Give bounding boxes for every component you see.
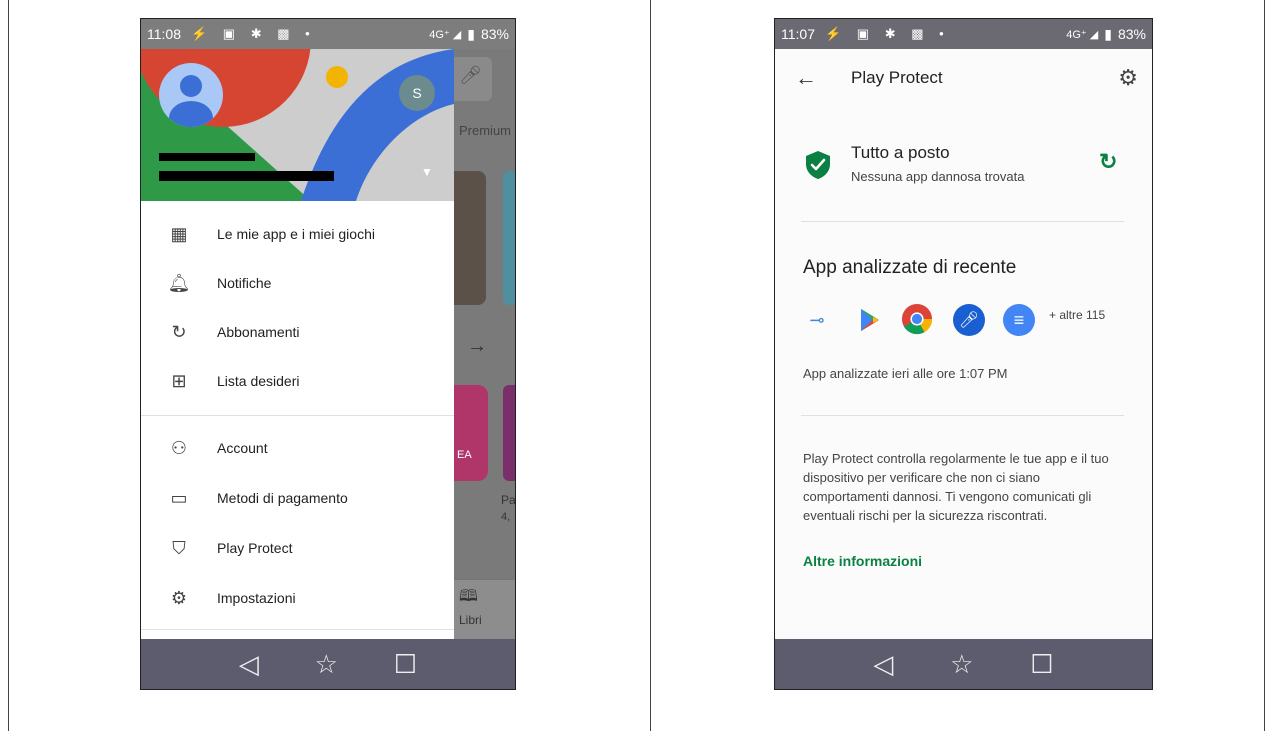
scan-time-text: App analizzate ieri alle ore 1:07 PM — [803, 366, 1008, 381]
banner-image-fragment-2 — [503, 171, 515, 305]
nav-back-button[interactable]: ◁ — [873, 649, 893, 680]
battery-level: 83% — [480, 26, 509, 42]
notification-icons: ⚡ ▣ ✱ ▩ • — [825, 26, 950, 41]
game-rating-fragment: 4, — [501, 511, 511, 523]
menu-item-payment-methods[interactable]: ▭ Metodi di pagamento — [141, 473, 454, 523]
wishlist-bookmark-icon: ⊞ — [171, 370, 187, 391]
apps-grid-icon: ▦ — [170, 223, 188, 244]
more-apps-count: + altre 115 — [1049, 308, 1106, 322]
arrow-right-icon: → — [467, 335, 487, 357]
more-info-link[interactable]: Altre informazioni — [803, 553, 922, 569]
docs-icon: ≡ — [1003, 304, 1035, 336]
status-bar: 11:08 ⚡ ▣ ✱ ▩ • 4G⁺ ◢ ▮ 83% — [141, 19, 515, 49]
nav-back-button[interactable]: ◁ — [239, 649, 259, 680]
system-navigation-bar: ◁ ☆ ☐ — [141, 639, 515, 689]
menu-divider — [141, 415, 454, 416]
menu-item-label: Abbonamenti — [217, 324, 300, 340]
menu-item-notifications[interactable]: 🔔︎ Notifiche — [141, 258, 454, 308]
menu-item-label: Le mie app e i miei giochi — [217, 226, 375, 242]
bell-icon: 🔔︎ — [167, 272, 191, 293]
play-protect-description: Play Protect controlla regolarmente le t… — [803, 451, 1109, 523]
section-divider-2 — [801, 415, 1124, 416]
battery-icon: ▮ — [1104, 25, 1112, 42]
battery-level: 83% — [1117, 26, 1146, 42]
redacted-account-name — [159, 153, 255, 161]
person-icon: ⚇ — [170, 437, 188, 458]
status-bar: 11:07 ⚡ ▣ ✱ ▩ • 4G⁺ ◢ ▮ 83% — [775, 19, 1152, 49]
menu-divider-bottom — [141, 629, 454, 630]
game-title-fragment: Pa — [501, 493, 516, 507]
frame-right-border — [1264, 0, 1265, 731]
settings-gear-icon: ⚙ — [170, 587, 188, 608]
menu-item-label: Lista desideri — [217, 373, 300, 389]
menu-item-subscriptions[interactable]: ↻ Abbonamenti — [141, 307, 454, 357]
system-navigation-bar: ◁ ☆ ☐ — [775, 639, 1152, 689]
nav-recents-button[interactable]: ☐ — [394, 649, 417, 680]
game-tile-fragment — [454, 385, 488, 481]
credit-card-icon: ▭ — [170, 487, 188, 508]
account-avatar[interactable] — [159, 63, 223, 127]
avatar-head — [180, 75, 202, 97]
account-switcher-chevron-icon[interactable]: ▼ — [421, 165, 433, 179]
menu-item-wishlist[interactable]: ⊞ Lista desideri — [141, 356, 454, 406]
premium-tab-label: Premium — [459, 123, 512, 138]
recent-apps-title: App analizzate di recente — [803, 257, 1017, 278]
nav-home-button[interactable]: ☆ — [950, 649, 973, 680]
secondary-account-avatar[interactable]: S — [399, 75, 435, 111]
menu-item-play-protect[interactable]: ⛉ Play Protect — [141, 523, 454, 573]
nav-recents-button[interactable]: ☐ — [1030, 649, 1053, 680]
mic-icon: 🎤︎ — [459, 65, 482, 85]
back-arrow-icon[interactable]: ← — [795, 65, 817, 91]
page-title: Play Protect — [851, 68, 943, 87]
menu-item-account[interactable]: ⚇ Account — [141, 423, 454, 473]
chrome-icon — [901, 303, 933, 335]
shield-check-icon — [806, 151, 830, 179]
menu-item-label: Play Protect — [217, 540, 293, 556]
network-indicator: 4G⁺ ◢ — [429, 28, 462, 41]
network-indicator: 4G⁺ ◢ — [1066, 28, 1099, 41]
app-toolbar: ← Play Protect ⚙ — [775, 49, 1152, 107]
battery-icon: ▮ — [467, 25, 475, 42]
section-divider — [801, 221, 1124, 222]
play-protect-shield-icon: ⛉ — [172, 537, 186, 558]
menu-item-label: Notifiche — [217, 275, 272, 291]
menu-item-label: Metodi di pagamento — [217, 490, 348, 506]
frame-left-border — [8, 0, 9, 731]
subscriptions-refresh-icon: ↻ — [171, 321, 187, 342]
voice-search-icon: 🎤︎ — [953, 304, 985, 336]
cast-app-icon: ⊸ — [809, 309, 825, 330]
frame-center-divider — [650, 0, 651, 731]
avatar-body — [169, 101, 213, 127]
status-time: 11:08 — [147, 26, 181, 42]
redacted-account-email — [159, 171, 334, 181]
status-time: 11:07 — [781, 26, 815, 42]
menu-item-label: Impostazioni — [217, 590, 296, 606]
menu-item-my-apps[interactable]: ▦ Le mie app e i miei giochi — [141, 209, 454, 259]
menu-item-label: Account — [217, 440, 268, 456]
ea-badge: EA — [457, 449, 472, 461]
menu-item-settings[interactable]: ⚙ Impostazioni — [141, 573, 454, 623]
refresh-scan-icon[interactable]: ↻ — [1099, 149, 1117, 175]
navigation-drawer: S ▼ ▦ Le mie app e i miei giochi 🔔︎ Noti… — [141, 19, 454, 639]
notification-icons: ⚡ ▣ ✱ ▩ • — [191, 26, 316, 41]
banner-image-fragment — [454, 171, 486, 305]
phone-screenshot-drawer: 🎤︎ Premium → EA Pa 4, 🕮︎ Libri 11:08 ⚡ ▣… — [140, 18, 516, 690]
books-tab-label: Libri — [459, 613, 482, 627]
settings-gear-icon[interactable]: ⚙ — [1118, 65, 1138, 91]
play-store-icon — [861, 309, 879, 331]
phone-screenshot-play-protect: 11:07 ⚡ ▣ ✱ ▩ • 4G⁺ ◢ ▮ 83% ← Play Prote… — [774, 18, 1153, 690]
books-icon: 🕮︎ — [459, 588, 478, 605]
nav-home-button[interactable]: ☆ — [315, 649, 338, 680]
status-subtitle: Nessuna app dannosa trovata — [851, 169, 1025, 184]
game-tile-fragment-2 — [503, 385, 515, 481]
status-title: Tutto a posto — [851, 143, 950, 162]
